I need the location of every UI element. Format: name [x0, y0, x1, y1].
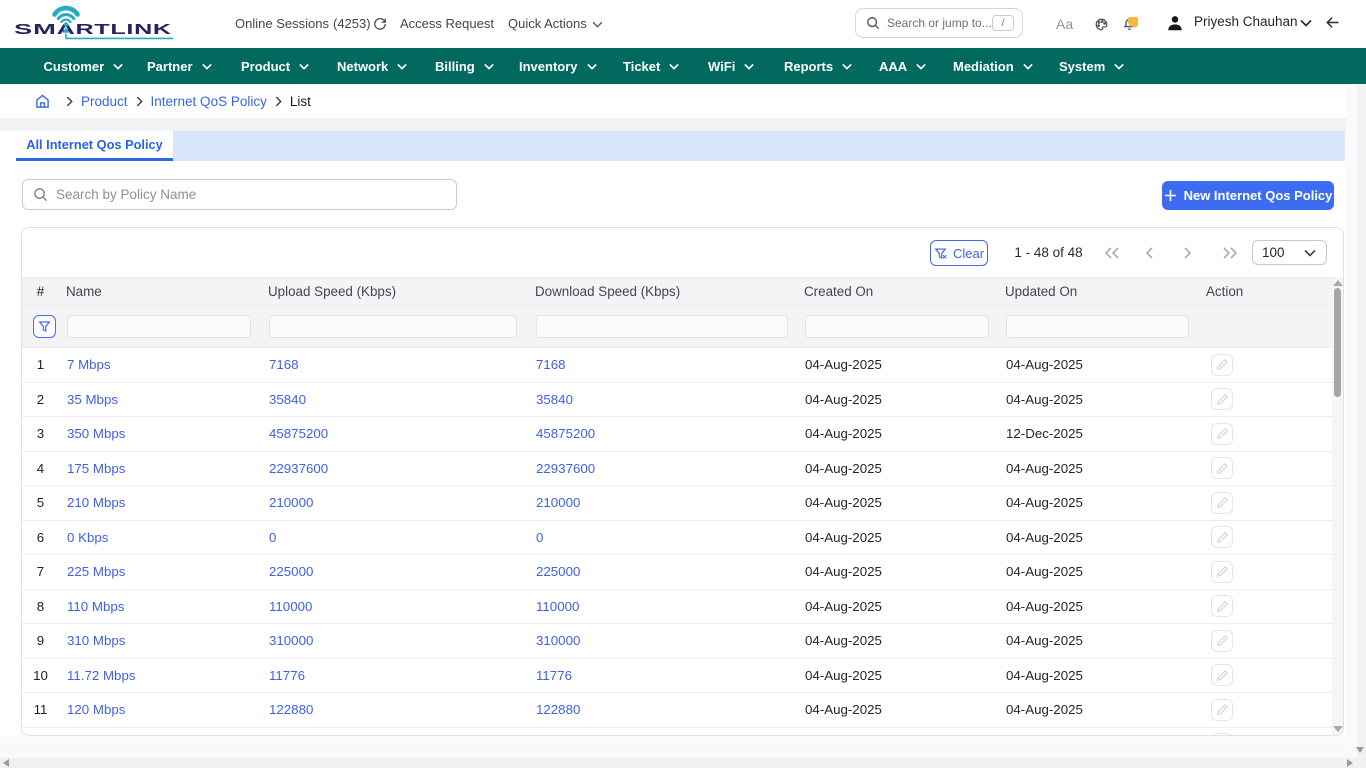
svg-text:SM: SM [14, 20, 57, 37]
svg-text:ARTLINK: ARTLINK [57, 21, 172, 38]
